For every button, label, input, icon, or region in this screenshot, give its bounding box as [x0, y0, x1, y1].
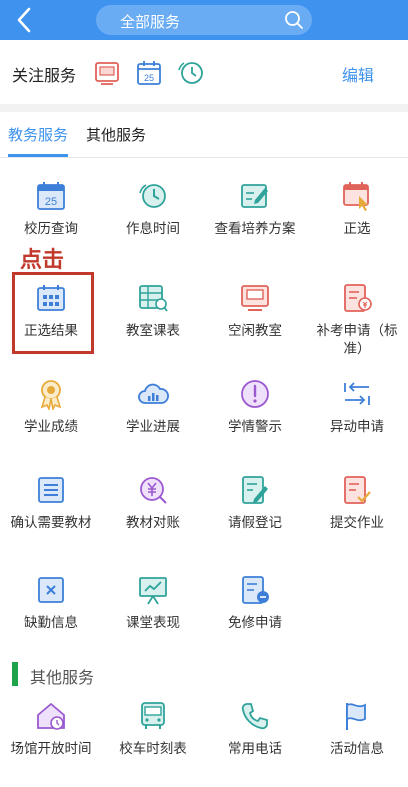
monitor-icon[interactable]: [92, 58, 122, 88]
section-accent-bar: [12, 662, 18, 686]
calendar-day: 25: [144, 73, 154, 83]
top-bar: 全部服务: [0, 0, 408, 40]
calendar-click-icon: [343, 182, 369, 211]
favorites-row: 关注服务 25 编辑: [0, 40, 408, 104]
annotation-highlight-box: [12, 272, 94, 354]
service-label: 教室课表: [126, 323, 180, 339]
transfer-icon: [344, 382, 370, 405]
medal-icon: [40, 380, 62, 410]
annotation-label: 点击: [20, 248, 65, 273]
service-label: 教材对账: [126, 515, 180, 531]
service-label: 学情警示: [228, 419, 282, 435]
page-title: 全部服务: [120, 13, 181, 31]
tab-other-services[interactable]: 其他服务: [86, 124, 146, 145]
service-label: 课堂表现: [126, 615, 180, 631]
service-label: 场馆开放时间: [10, 741, 92, 757]
service-label: 确认需要教材: [10, 515, 92, 531]
edit-button[interactable]: 编辑: [342, 62, 374, 86]
exempt-doc-icon: [242, 576, 269, 604]
service-label: 提交作业: [330, 515, 384, 531]
venue-clock-icon: [37, 702, 65, 730]
service-label: 作息时间: [126, 221, 180, 237]
document-icon: [344, 284, 372, 312]
presentation-icon: [139, 577, 167, 605]
service-label: 异动申请: [330, 419, 384, 435]
service-label: 空闲教室: [228, 323, 282, 339]
bus-icon: [141, 702, 165, 729]
service-label: 常用电话: [228, 741, 282, 757]
service-label: 活动信息: [330, 741, 384, 757]
service-label: 缺勤信息: [24, 615, 78, 631]
service-label: 补考申请（标准）: [316, 323, 398, 357]
service-label: 请假登记: [228, 515, 282, 531]
calendar-icon[interactable]: 25: [134, 58, 164, 88]
service-label: 学业进展: [126, 419, 180, 435]
service-label: 学业成绩: [24, 419, 78, 435]
flag-icon: [346, 703, 366, 730]
list-icon: [38, 477, 64, 503]
search-bar[interactable]: 全部服务: [96, 5, 312, 35]
tab-underline: [8, 154, 68, 157]
calendar-day: 25: [45, 196, 57, 208]
edit-icon: [241, 184, 268, 208]
phone-icon: [241, 703, 268, 730]
money-icon: [140, 477, 167, 504]
service-label: 免修申请: [228, 615, 282, 631]
service-label: 校历查询: [24, 221, 78, 237]
calendar-icon: 25: [37, 182, 65, 210]
section-title-other-services: 其他服务: [30, 668, 95, 687]
clock-icon: [139, 184, 166, 208]
check-doc-icon: [344, 476, 371, 504]
divider: [0, 104, 408, 112]
service-label: 正选: [343, 221, 371, 237]
favorites-label: 关注服务: [12, 66, 77, 85]
monitor-icon: [241, 285, 269, 311]
clock-icon[interactable]: [176, 58, 206, 88]
classroom-table-icon: [139, 285, 168, 312]
tab-bar: 教务服务 其他服务: [0, 112, 408, 158]
service-label: 查看培养方案: [214, 221, 296, 237]
tab-academic-services[interactable]: 教务服务: [8, 124, 68, 145]
x-box-icon: [38, 577, 64, 603]
service-label: 校车时刻表: [119, 741, 187, 757]
back-arrow-icon[interactable]: [12, 6, 38, 34]
search-icon[interactable]: [284, 10, 304, 30]
warning-icon: [241, 380, 269, 408]
pencil-doc-icon: [242, 476, 268, 504]
cloud-chart-icon: [138, 383, 169, 404]
